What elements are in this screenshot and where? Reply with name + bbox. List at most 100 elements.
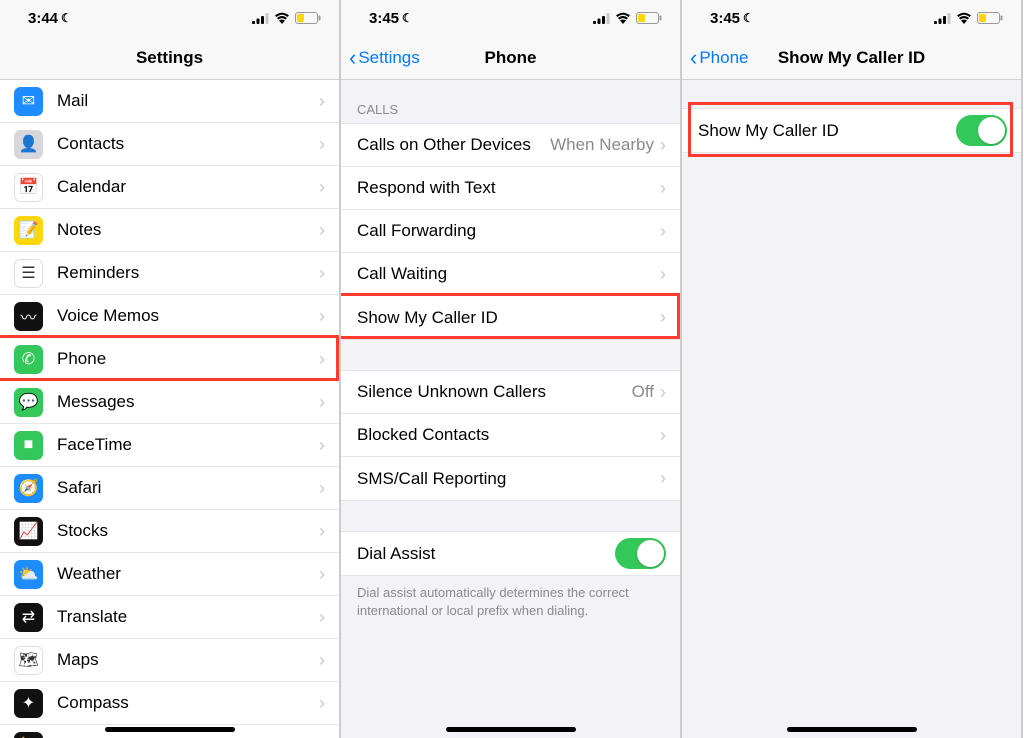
back-label: Phone xyxy=(699,48,748,68)
chevron-right-icon: › xyxy=(660,221,666,242)
home-indicator[interactable] xyxy=(105,727,235,732)
section-header-calls: CALLS xyxy=(341,80,680,123)
list-item-show-my-caller-id[interactable]: Show My Caller ID› xyxy=(341,296,680,339)
settings-screen: 3:44 ☾ Settings ✉Mail›👤Contacts›📅Calenda… xyxy=(0,0,341,738)
back-label: Settings xyxy=(358,48,419,68)
nav-bar: ‹ Phone Show My Caller ID xyxy=(682,36,1021,80)
settings-item-label: Translate xyxy=(57,607,319,627)
dnd-moon-icon: ☾ xyxy=(743,11,754,25)
battery-icon xyxy=(295,12,321,24)
settings-item-label: Reminders xyxy=(57,263,319,283)
list-item-label: Dial Assist xyxy=(357,544,615,564)
settings-item-calendar[interactable]: 📅Calendar› xyxy=(0,166,339,209)
calendar-icon: 📅 xyxy=(14,173,43,202)
settings-item-phone[interactable]: ✆ Phone› xyxy=(0,338,339,381)
settings-item-translate[interactable]: ⇄Translate› xyxy=(0,596,339,639)
list-item-respond-with-text[interactable]: Respond with Text› xyxy=(341,167,680,210)
settings-item-maps[interactable]: 🗺Maps› xyxy=(0,639,339,682)
home-indicator[interactable] xyxy=(787,727,917,732)
list-item-blocked-contacts[interactable]: Blocked Contacts› xyxy=(341,414,680,457)
chevron-right-icon: › xyxy=(319,693,325,714)
chevron-right-icon: › xyxy=(319,263,325,284)
settings-item-reminders[interactable]: ☰ Reminders› xyxy=(0,252,339,295)
list-item-label: Show My Caller ID xyxy=(698,121,956,141)
toggle-switch[interactable] xyxy=(956,115,1007,146)
chevron-right-icon: › xyxy=(319,435,325,456)
calls-group: Calls on Other DevicesWhen Nearby›Respon… xyxy=(341,123,680,340)
settings-item-label: Stocks xyxy=(57,521,319,541)
page-title: Phone xyxy=(485,48,537,68)
chevron-right-icon: › xyxy=(319,349,325,370)
chevron-left-icon: ‹ xyxy=(690,47,697,69)
list-item-dial-assist[interactable]: Dial Assist xyxy=(341,532,680,575)
status-time: 3:45 xyxy=(369,10,399,27)
cellular-icon xyxy=(252,13,269,24)
list-item-silence-unknown-callers[interactable]: Silence Unknown CallersOff› xyxy=(341,371,680,414)
wifi-icon xyxy=(956,12,972,24)
safari-icon: 🧭 xyxy=(14,474,43,503)
settings-item-weather[interactable]: ⛅Weather› xyxy=(0,553,339,596)
settings-item-label: Compass xyxy=(57,693,319,713)
list-item-label: Call Forwarding xyxy=(357,221,660,241)
chevron-right-icon: › xyxy=(660,307,666,328)
settings-item-contacts[interactable]: 👤Contacts› xyxy=(0,123,339,166)
back-button[interactable]: ‹ Phone xyxy=(690,36,749,79)
list-item-show-my-caller-id[interactable]: Show My Caller ID xyxy=(682,109,1021,152)
list-item-label: Calls on Other Devices xyxy=(357,135,550,155)
phone-settings-list[interactable]: CALLS Calls on Other DevicesWhen Nearby›… xyxy=(341,80,680,738)
nav-bar: ‹ Settings Phone xyxy=(341,36,680,80)
dial-assist-group: Dial Assist xyxy=(341,531,680,576)
settings-item-label: Phone xyxy=(57,349,319,369)
list-item-label: Call Waiting xyxy=(357,264,660,284)
chevron-right-icon: › xyxy=(660,264,666,285)
settings-item-label: Voice Memos xyxy=(57,306,319,326)
settings-item-stocks[interactable]: 📈Stocks› xyxy=(0,510,339,553)
voice-memos-icon: 〰 xyxy=(14,302,43,331)
settings-item-label: Contacts xyxy=(57,134,319,154)
settings-group: ✉Mail›👤Contacts›📅Calendar›📝Notes› ☰ Remind… xyxy=(0,80,339,738)
list-item-label: Show My Caller ID xyxy=(357,308,660,328)
weather-icon: ⛅ xyxy=(14,560,43,589)
chevron-right-icon: › xyxy=(319,650,325,671)
phone-icon: ✆ xyxy=(14,345,43,374)
chevron-right-icon: › xyxy=(319,564,325,585)
nav-bar: Settings xyxy=(0,36,339,80)
translate-icon: ⇄ xyxy=(14,603,43,632)
settings-item-label: Safari xyxy=(57,478,319,498)
settings-item-notes[interactable]: 📝Notes› xyxy=(0,209,339,252)
back-button[interactable]: ‹ Settings xyxy=(349,36,420,79)
list-item-sms-call-reporting[interactable]: SMS/Call Reporting› xyxy=(341,457,680,500)
reminders-icon: ☰ xyxy=(14,259,43,288)
page-title: Settings xyxy=(136,48,203,68)
battery-icon xyxy=(977,12,1003,24)
list-item-calls-on-other-devices[interactable]: Calls on Other DevicesWhen Nearby› xyxy=(341,124,680,167)
settings-item-facetime[interactable]: ■FaceTime› xyxy=(0,424,339,467)
maps-icon: 🗺 xyxy=(14,646,43,675)
settings-item-label: Mail xyxy=(57,91,319,111)
wifi-icon xyxy=(615,12,631,24)
status-bar: 3:44 ☾ xyxy=(0,0,339,36)
chevron-right-icon: › xyxy=(660,425,666,446)
cellular-icon xyxy=(593,13,610,24)
measure-icon: 📏 xyxy=(14,732,43,738)
facetime-icon: ■ xyxy=(14,431,43,460)
settings-item-messages[interactable]: 💬Messages› xyxy=(0,381,339,424)
list-item-call-waiting[interactable]: Call Waiting› xyxy=(341,253,680,296)
chevron-right-icon: › xyxy=(319,91,325,112)
chevron-right-icon: › xyxy=(319,392,325,413)
home-indicator[interactable] xyxy=(446,727,576,732)
wifi-icon xyxy=(274,12,290,24)
dnd-moon-icon: ☾ xyxy=(402,11,413,25)
settings-item-safari[interactable]: 🧭Safari› xyxy=(0,467,339,510)
toggle-switch[interactable] xyxy=(615,538,666,569)
chevron-right-icon: › xyxy=(660,178,666,199)
settings-item-mail[interactable]: ✉Mail› xyxy=(0,80,339,123)
caller-id-group: Show My Caller ID xyxy=(682,108,1021,153)
settings-item-voice-memos[interactable]: 〰Voice Memos› xyxy=(0,295,339,338)
settings-list[interactable]: ✉Mail›👤Contacts›📅Calendar›📝Notes› ☰ Remind… xyxy=(0,80,339,738)
list-item-call-forwarding[interactable]: Call Forwarding› xyxy=(341,210,680,253)
chevron-right-icon: › xyxy=(319,521,325,542)
chevron-right-icon: › xyxy=(319,134,325,155)
settings-item-compass[interactable]: ✦Compass› xyxy=(0,682,339,725)
chevron-left-icon: ‹ xyxy=(349,47,356,69)
